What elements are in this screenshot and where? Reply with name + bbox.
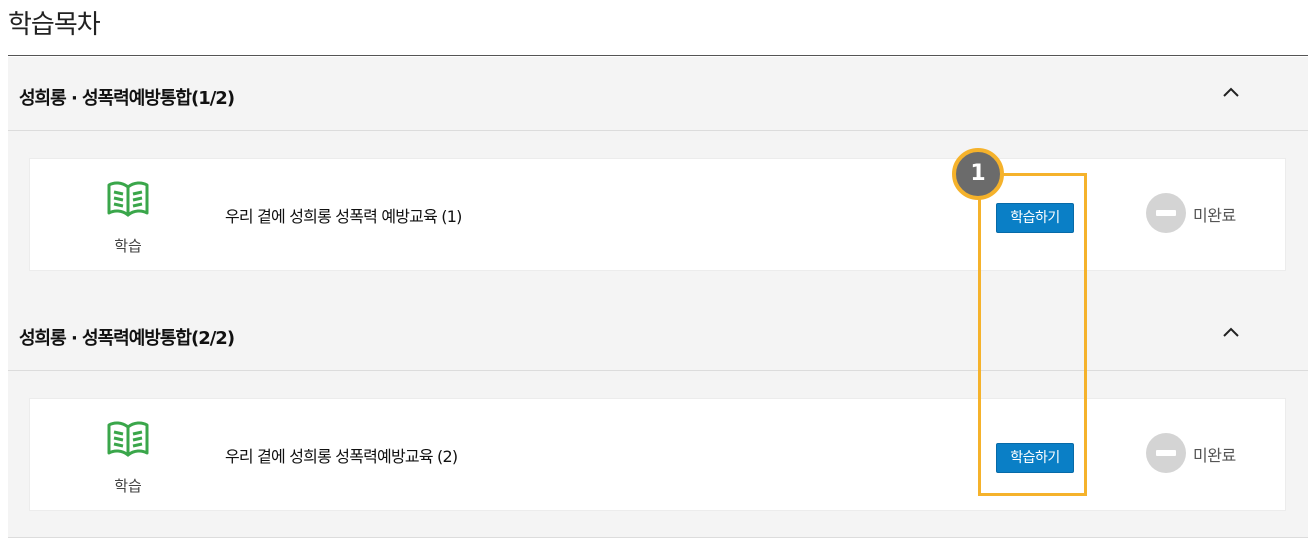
page-title: 학습목차 — [8, 10, 101, 40]
chevron-up-icon[interactable] — [1216, 317, 1246, 347]
minus-circle-icon — [1146, 433, 1186, 473]
open-book-icon — [107, 421, 149, 457]
chevron-up-icon[interactable] — [1216, 77, 1246, 107]
step-marker: 1 — [952, 148, 1004, 200]
section-body-2: 학습 우리 곁에 성희롱 성폭력예방교육 (2) 학습하기 미완료 — [8, 371, 1308, 538]
lesson-type-label: 학습 — [114, 477, 142, 495]
status-label: 미완료 — [1193, 446, 1236, 465]
lesson-type-label: 학습 — [114, 237, 142, 255]
minus-circle-icon — [1146, 193, 1186, 233]
section-header-2[interactable]: 성희롱 · 성폭력예방통합(2/2) — [8, 297, 1308, 371]
lesson-title: 우리 곁에 성희롱 성폭력 예방교육 (1) — [225, 207, 462, 226]
highlight-box — [978, 173, 1087, 496]
section-title: 성희롱 · 성폭력예방통합(1/2) — [19, 88, 235, 109]
section-title: 성희롱 · 성폭력예방통합(2/2) — [19, 328, 235, 349]
section-body-1: 학습 우리 곁에 성희롱 성폭력 예방교육 (1) 학습하기 미완료 — [8, 131, 1308, 298]
title-divider — [8, 55, 1308, 56]
lesson-card: 학습 우리 곁에 성희롱 성폭력예방교육 (2) 학습하기 미완료 — [29, 398, 1286, 511]
section-header-1[interactable]: 성희롱 · 성폭력예방통합(1/2) — [8, 57, 1308, 131]
open-book-icon — [107, 181, 149, 217]
lesson-card: 학습 우리 곁에 성희롱 성폭력 예방교육 (1) 학습하기 미완료 — [29, 158, 1286, 271]
status-label: 미완료 — [1193, 206, 1236, 225]
lesson-title: 우리 곁에 성희롱 성폭력예방교육 (2) — [225, 447, 458, 466]
